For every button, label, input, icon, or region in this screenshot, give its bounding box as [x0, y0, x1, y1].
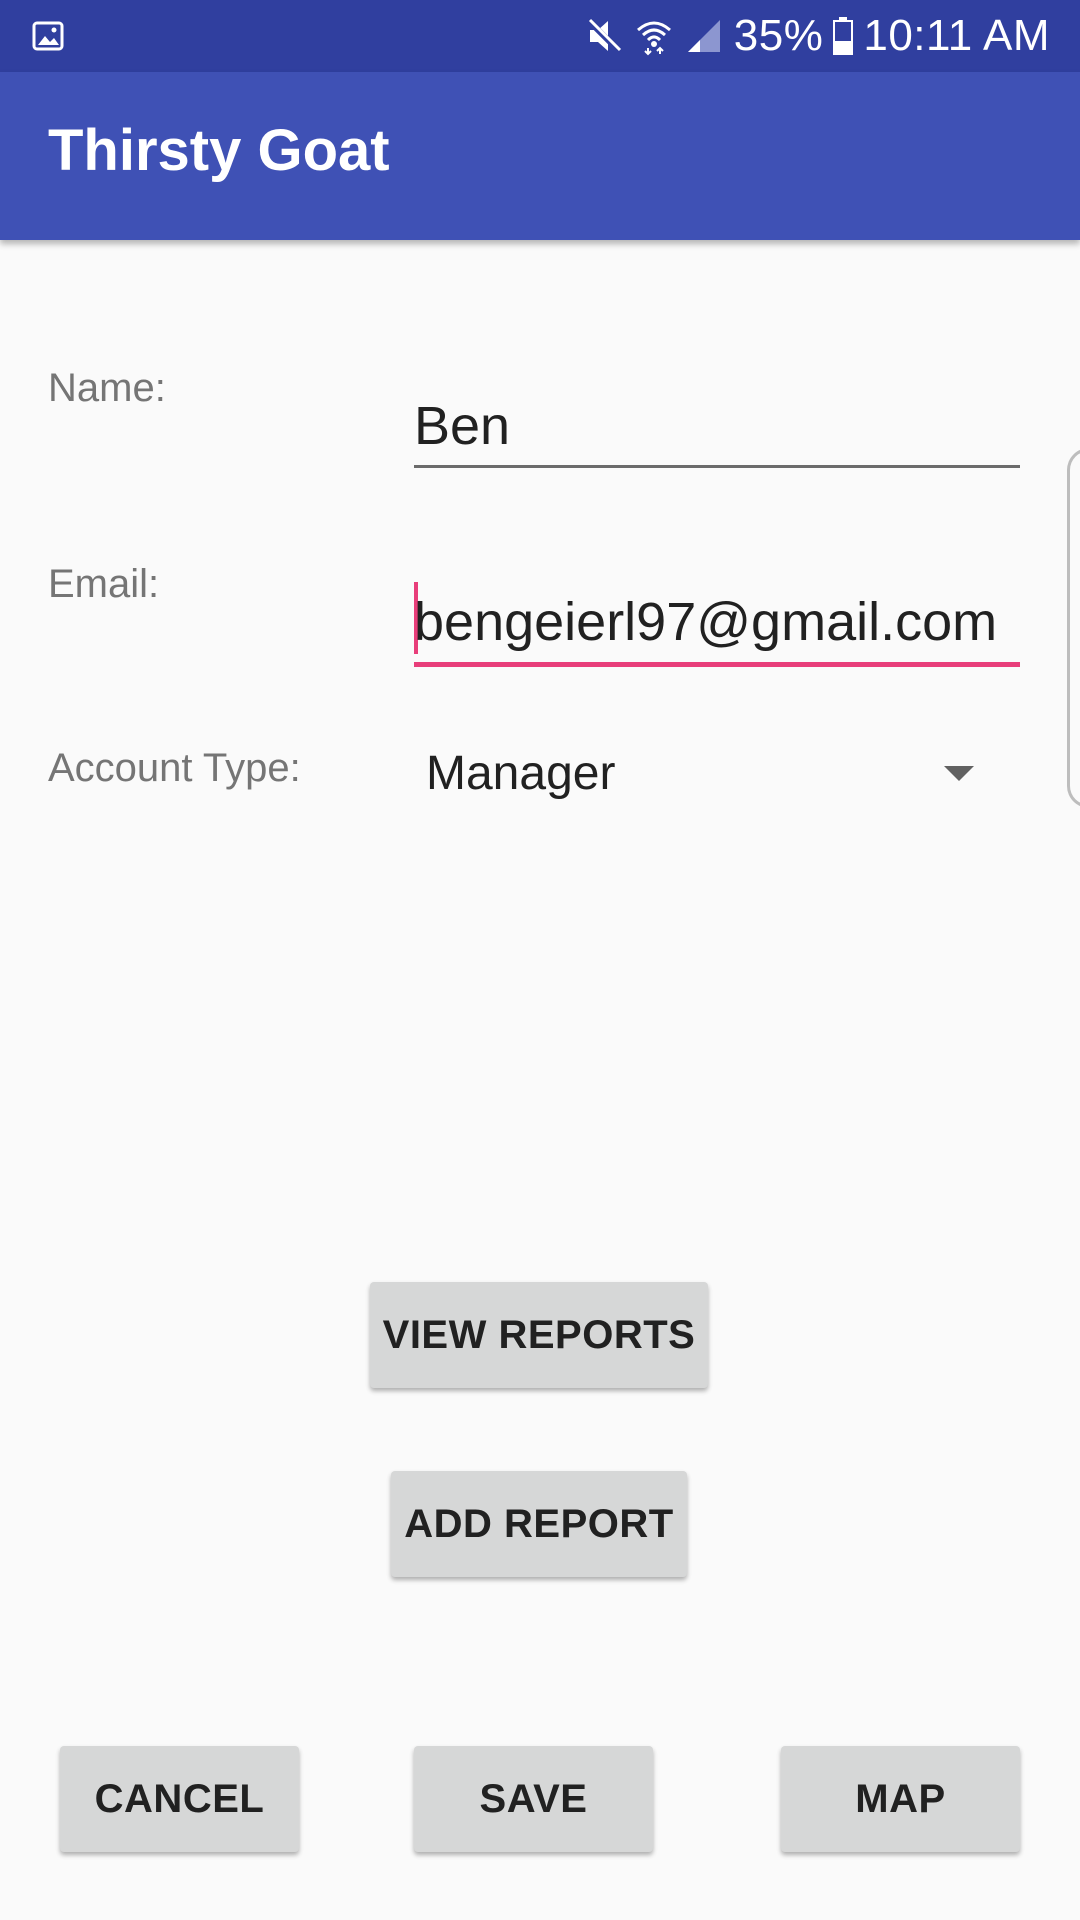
status-icons: 35% 10:11 AM — [584, 0, 1050, 72]
email-label: Email: — [48, 562, 160, 606]
battery-percent: 35% — [733, 11, 824, 60]
scroll-handle[interactable] — [1067, 448, 1080, 808]
app-title: Thirsty Goat — [48, 118, 390, 183]
email-field-underline — [414, 662, 1020, 667]
app-bar: Thirsty Goat — [0, 72, 1080, 240]
name-field-underline — [414, 465, 1020, 468]
save-button[interactable]: SAVE — [414, 1746, 653, 1852]
clock: 10:11 AM — [863, 11, 1050, 60]
name-label: Name: — [48, 366, 166, 410]
wifi-icon — [636, 21, 671, 56]
account-type-label: Account Type: — [48, 746, 301, 790]
mute-icon — [585, 17, 622, 55]
cancel-button[interactable]: CANCEL — [60, 1746, 299, 1852]
account-type-spinner[interactable]: Manager — [426, 750, 615, 798]
map-button[interactable]: MAP — [781, 1746, 1020, 1852]
image-icon — [32, 21, 64, 51]
name-field[interactable]: Ben — [414, 399, 510, 453]
battery-icon — [833, 17, 854, 55]
signal-icon — [687, 20, 720, 52]
email-field[interactable]: bengeierl97@gmail.com — [414, 595, 997, 649]
dropdown-arrow-icon[interactable] — [944, 766, 974, 781]
status-bar: 35% 10:11 AM — [0, 0, 1080, 72]
add-report-button[interactable]: ADD REPORT — [391, 1471, 687, 1577]
view-reports-button[interactable]: VIEW REPORTS — [370, 1282, 708, 1388]
